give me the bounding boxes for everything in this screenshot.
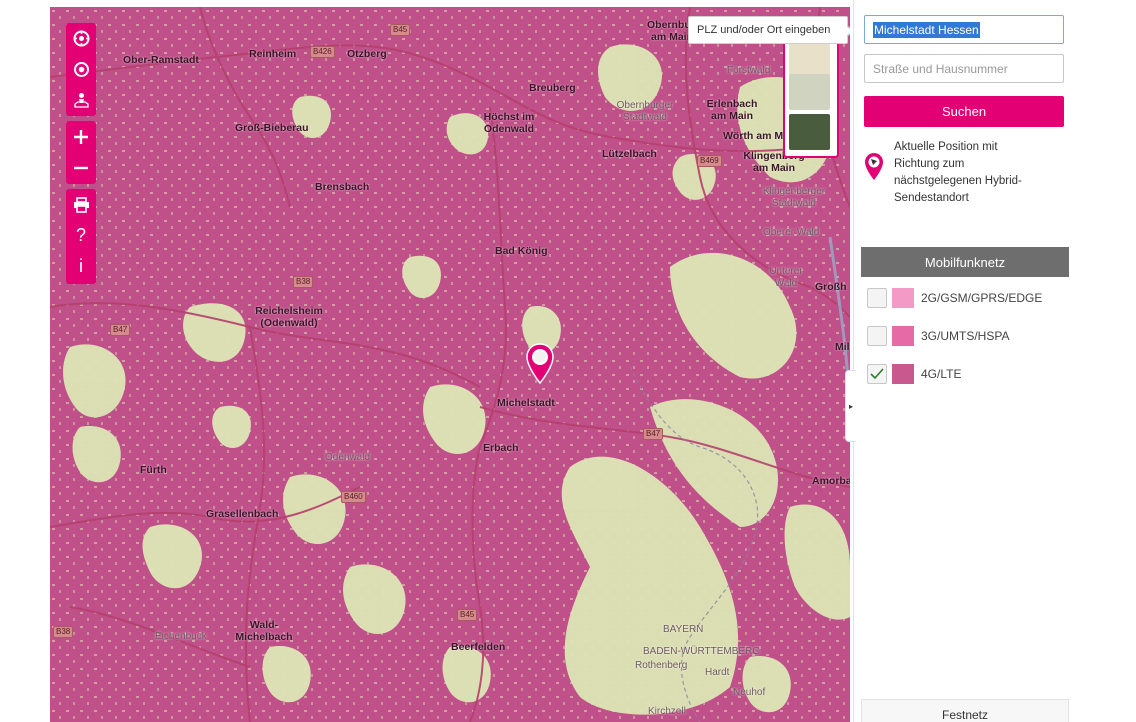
place-label-minor: Hardt	[705, 667, 730, 678]
place-label: Brensbach	[315, 181, 370, 193]
search-button[interactable]: Suchen	[864, 96, 1064, 127]
place-label-minor: BADEN-WÜRTTEMBERG	[643, 646, 761, 657]
place-label: Erbach	[483, 442, 519, 454]
info-icon[interactable]: i	[66, 251, 96, 282]
legend-swatch	[892, 364, 914, 384]
street-input[interactable]: Straße und Hausnummer	[864, 54, 1064, 83]
place-label: Reichelsheim (Odenwald)	[255, 305, 323, 329]
road-shield: B45	[457, 609, 478, 621]
place-label: Höchst im Odenwald	[483, 111, 535, 135]
legend-label: 2G/GSM/GPRS/EDGE	[921, 291, 1043, 305]
map-tools-group	[66, 23, 96, 116]
map-person-icon[interactable]	[66, 85, 96, 116]
legend-row-4g[interactable]: 4G/LTE	[867, 362, 961, 386]
road-shield: B47	[643, 428, 664, 440]
place-label: Breuberg	[529, 82, 576, 94]
place-label: Lützelbach	[602, 148, 657, 160]
locate-icon[interactable]	[66, 54, 96, 85]
road-shield: B45	[390, 24, 411, 36]
location-pin-icon[interactable]	[525, 343, 555, 385]
place-label: Mil	[835, 341, 850, 353]
road-shield: B460	[341, 491, 366, 503]
legend-label: 3G/UMTS/HSPA	[921, 329, 1010, 343]
place-label-minor: Unterer Wald	[769, 266, 803, 289]
utility-tools-group: ? i	[66, 189, 96, 284]
place-label-minor: Eichenbuck	[155, 631, 207, 642]
place-label: Otzberg	[347, 48, 387, 60]
legend-label: 4G/LTE	[921, 367, 962, 381]
zoom-out-icon[interactable]	[66, 152, 96, 183]
legend-checkbox[interactable]	[867, 326, 887, 346]
fixed-network-tab[interactable]: Festnetz	[861, 699, 1069, 722]
place-label-minor: Neuhof	[733, 687, 766, 698]
street-input-placeholder: Straße und Hausnummer	[873, 61, 1008, 76]
road-shield: B38	[293, 276, 314, 288]
layer-thumb-terrain[interactable]	[789, 74, 830, 110]
place-label-minor: Forstwald	[727, 65, 771, 76]
place-label: Beerfelden	[451, 641, 506, 653]
place-label: Wald-Michelbach	[235, 619, 293, 643]
place-label: Fürth	[140, 464, 167, 476]
legend-swatch	[892, 326, 914, 346]
coverage-map[interactable]: Ober-Ramstadt Reinheim Otzberg Breuberg …	[50, 7, 850, 722]
place-label: Reinheim	[249, 48, 297, 60]
road-shield: B38	[53, 626, 74, 638]
search-tooltip: PLZ und/oder Ort eingeben	[688, 16, 854, 44]
layer-thumb-satellite[interactable]	[789, 114, 830, 150]
place-label-minor: Oberer Wald	[763, 227, 820, 238]
layer-thumb-map[interactable]	[789, 42, 830, 78]
place-label: Ober-Ramstadt	[123, 54, 199, 66]
place-label: Groß-Bieberau	[235, 122, 309, 134]
legend-swatch	[892, 288, 914, 308]
location-pin-icon	[865, 153, 883, 180]
print-icon[interactable]	[66, 189, 96, 220]
place-label: Bad König	[495, 245, 548, 257]
position-hint: Aktuelle Position mit Richtung zum nächs…	[894, 141, 1022, 204]
legend-row-2g[interactable]: 2G/GSM/GPRS/EDGE	[867, 286, 1042, 310]
compass-icon[interactable]	[66, 23, 96, 54]
place-label-minor: Klingenberger Stadtwald	[762, 186, 826, 209]
location-input[interactable]: Michelstadt Hessen	[864, 15, 1064, 44]
legend-checkbox[interactable]	[867, 364, 887, 384]
place-label: Erlenbach am Main	[706, 98, 758, 122]
place-label-minor: Odenwald	[325, 452, 371, 463]
place-label-minor: Obernburger Stadtwald	[616, 100, 674, 123]
legend-checkbox[interactable]	[867, 288, 887, 308]
checkmark-icon	[870, 368, 884, 380]
panel-collapse-handle[interactable]: ▸	[845, 370, 856, 442]
place-label-minor: BAYERN	[663, 624, 704, 635]
place-label-minor: Kirchzell	[648, 706, 686, 717]
place-label: Großh	[815, 281, 847, 293]
location-input-value: Michelstadt Hessen	[873, 21, 980, 38]
legend-row-3g[interactable]: 3G/UMTS/HSPA	[867, 324, 1009, 348]
road-shield: B426	[310, 46, 335, 58]
zoom-controls	[66, 121, 96, 184]
panel-divider	[853, 0, 854, 722]
help-icon[interactable]: ?	[66, 220, 96, 251]
road-shield: B469	[697, 155, 722, 167]
mobile-network-header[interactable]: Mobilfunknetz	[861, 247, 1069, 277]
place-label: Grasellenbach	[206, 508, 279, 520]
place-label: Michelstadt	[497, 397, 555, 409]
place-label-minor: Rothenberg	[635, 660, 688, 671]
place-label: Amorba	[812, 475, 850, 487]
road-shield: B47	[110, 324, 131, 336]
zoom-in-icon[interactable]	[66, 121, 96, 152]
